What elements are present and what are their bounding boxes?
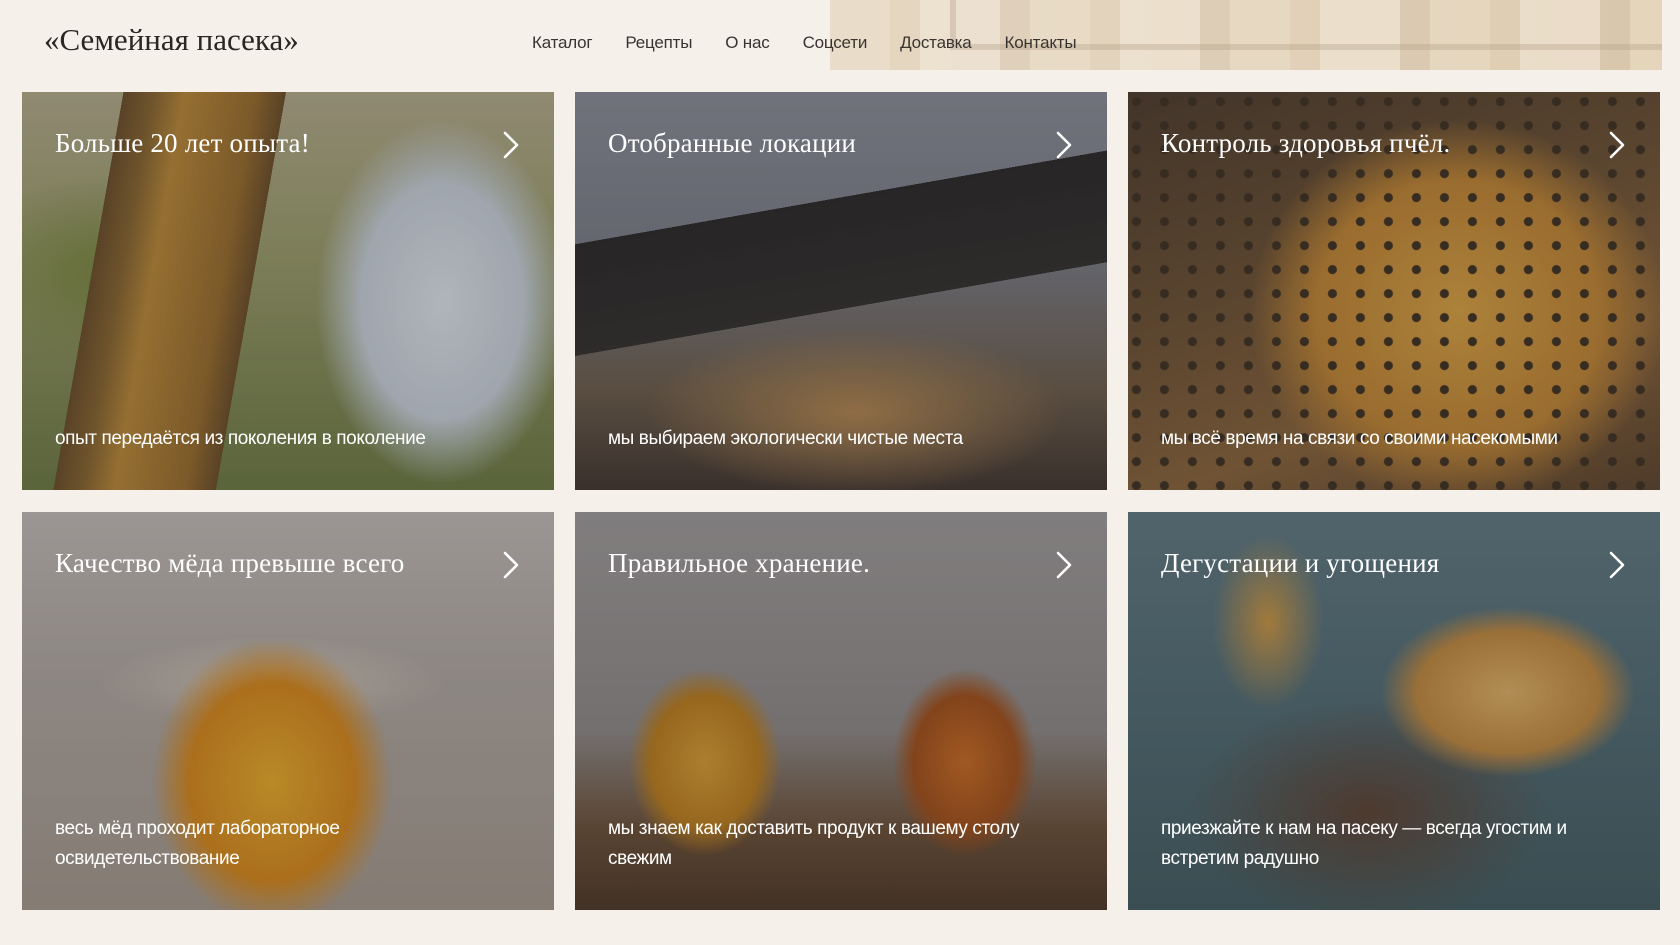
nav-link-delivery[interactable]: Доставка xyxy=(900,33,972,53)
chevron-right-icon[interactable] xyxy=(498,550,524,580)
card-title: Контроль здоровья пчёл. xyxy=(1161,128,1451,158)
card-caption: опыт передаётся из поколения в поколение xyxy=(55,428,426,449)
feature-card-quality[interactable]: Качество мёда превыше всего весь мёд про… xyxy=(22,512,554,910)
nav-link-contacts[interactable]: Контакты xyxy=(1005,33,1077,53)
feature-cards-grid: Больше 20 лет опыта! опыт передаётся из … xyxy=(22,92,1660,910)
card-caption: мы всё время на связи со своими насекомы… xyxy=(1161,428,1558,449)
card-title: Дегустации и угощения xyxy=(1161,548,1440,578)
nav-link-about[interactable]: О нас xyxy=(725,33,769,53)
chevron-right-icon[interactable] xyxy=(1604,130,1630,160)
site-logo[interactable]: «Семейная пасека» xyxy=(44,22,299,58)
card-caption: мы знаем как доставить продукт к вашему … xyxy=(608,818,1020,869)
chevron-right-icon[interactable] xyxy=(1051,130,1077,160)
nav-link-recipes[interactable]: Рецепты xyxy=(625,33,692,53)
card-caption: приезжайте к нам на пасеку — всегда угос… xyxy=(1161,818,1567,869)
card-caption: мы выбираем экологически чистые места xyxy=(608,428,963,449)
chevron-right-icon[interactable] xyxy=(1051,550,1077,580)
chevron-right-icon[interactable] xyxy=(498,130,524,160)
feature-card-bee-health[interactable]: Контроль здоровья пчёл. мы всё время на … xyxy=(1128,92,1660,490)
card-title: Больше 20 лет опыта! xyxy=(55,128,310,158)
card-title: Качество мёда превыше всего xyxy=(55,548,405,578)
nav-link-social[interactable]: Соцсети xyxy=(803,33,868,53)
card-caption: весь мёд проходит лабораторное освидетел… xyxy=(55,818,340,869)
main-nav: Каталог Рецепты О нас Соцсети Доставка К… xyxy=(532,33,1109,53)
chevron-right-icon[interactable] xyxy=(1604,550,1630,580)
card-title: Правильное хранение. xyxy=(608,548,871,578)
nav-link-catalog[interactable]: Каталог xyxy=(532,33,593,53)
card-title: Отобранные локации xyxy=(608,128,857,158)
feature-card-storage[interactable]: Правильное хранение. мы знаем как достав… xyxy=(575,512,1107,910)
feature-card-tastings[interactable]: Дегустации и угощения приезжайте к нам н… xyxy=(1128,512,1660,910)
feature-card-locations[interactable]: Отобранные локации мы выбираем экологиче… xyxy=(575,92,1107,490)
feature-card-experience[interactable]: Больше 20 лет опыта! опыт передаётся из … xyxy=(22,92,554,490)
site-header: «Семейная пасека» Каталог Рецепты О нас … xyxy=(0,0,1680,90)
